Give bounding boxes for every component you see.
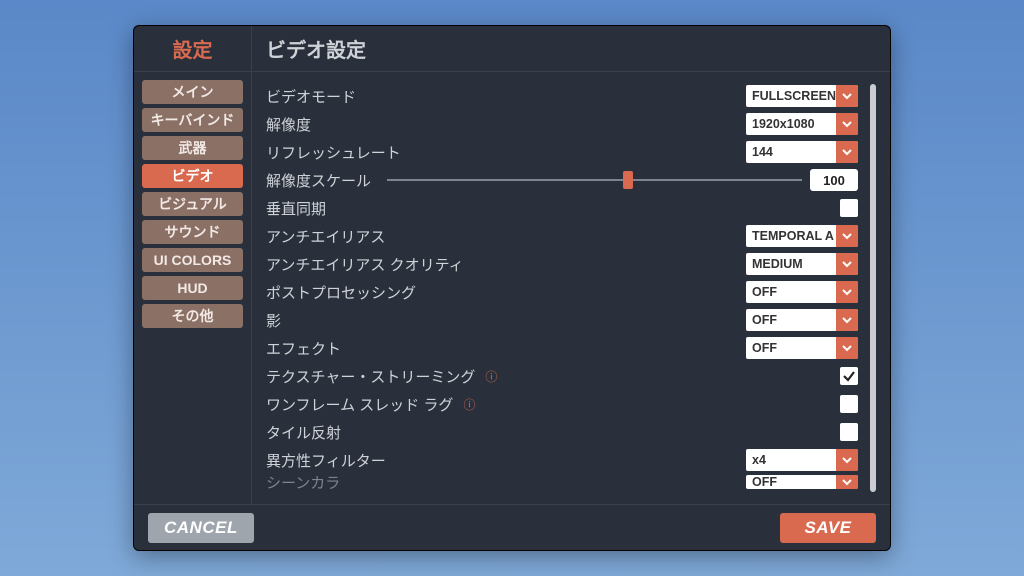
select-post[interactable]: OFF <box>746 281 858 303</box>
footer: CANCEL SAVE <box>134 504 890 550</box>
select-effects[interactable]: OFF <box>746 337 858 359</box>
label-post: ポストプロセッシング <box>266 282 416 303</box>
row-resolution: 解像度 1920x1080 <box>266 110 858 138</box>
select-aniso-value: x4 <box>746 449 836 471</box>
row-tex-stream: テクスチャー・ストリーミング ⓘ <box>266 362 858 390</box>
chevron-down-icon[interactable] <box>836 281 858 303</box>
label-aniso: 異方性フィルター <box>266 450 386 471</box>
checkbox-one-frame[interactable] <box>840 395 858 413</box>
sidebar-item-main[interactable]: メイン <box>142 80 243 104</box>
select-aa-value: TEMPORAL A <box>746 225 836 247</box>
chevron-down-icon[interactable] <box>836 475 858 489</box>
checkbox-tex-stream[interactable] <box>840 367 858 385</box>
select-resolution-value: 1920x1080 <box>746 113 836 135</box>
row-shadows: 影 OFF <box>266 306 858 334</box>
select-cut[interactable]: OFF <box>746 475 858 489</box>
chevron-down-icon[interactable] <box>836 253 858 275</box>
titlebar-page-label: ビデオ設定 <box>252 26 890 71</box>
label-effects: エフェクト <box>266 338 341 359</box>
select-video-mode-value: FULLSCREEN <box>746 85 836 107</box>
select-shadows-value: OFF <box>746 309 836 331</box>
chevron-down-icon[interactable] <box>836 309 858 331</box>
chevron-down-icon[interactable] <box>836 337 858 359</box>
chevron-down-icon[interactable] <box>836 141 858 163</box>
checkbox-vsync[interactable] <box>840 199 858 217</box>
scrollbar[interactable] <box>870 84 876 492</box>
label-shadows: 影 <box>266 310 281 331</box>
select-aniso[interactable]: x4 <box>746 449 858 471</box>
save-button[interactable]: SAVE <box>780 513 876 543</box>
row-aa-quality: アンチエイリアス クオリティ MEDIUM <box>266 250 858 278</box>
label-one-frame: ワンフレーム スレッド ラグ <box>266 394 453 415</box>
sidebar-item-keybind[interactable]: キーバインド <box>142 108 243 132</box>
label-res-scale: 解像度スケール <box>266 170 371 191</box>
slider-thumb[interactable] <box>623 171 633 189</box>
label-video-mode: ビデオモード <box>266 86 356 107</box>
titlebar-settings-label: 設定 <box>134 26 252 71</box>
cancel-button[interactable]: CANCEL <box>148 513 254 543</box>
label-aa: アンチエイリアス <box>266 226 385 247</box>
sidebar-item-video[interactable]: ビデオ <box>142 164 243 188</box>
chevron-down-icon[interactable] <box>836 113 858 135</box>
row-video-mode: ビデオモード FULLSCREEN <box>266 82 858 110</box>
row-aniso: 異方性フィルター x4 <box>266 446 858 474</box>
window-body: メイン キーバインド 武器 ビデオ ビジュアル サウンド UI COLORS H… <box>134 72 890 504</box>
sidebar-item-weapons[interactable]: 武器 <box>142 136 243 160</box>
sidebar-item-hud[interactable]: HUD <box>142 276 243 300</box>
select-aa[interactable]: TEMPORAL A <box>746 225 858 247</box>
row-cut: シーンカラ OFF <box>266 474 858 490</box>
label-cut: シーンカラ <box>266 474 340 490</box>
row-res-scale: 解像度スケール 100 <box>266 166 858 194</box>
chevron-down-icon[interactable] <box>836 449 858 471</box>
chevron-down-icon[interactable] <box>836 85 858 107</box>
help-icon[interactable]: ⓘ <box>463 396 475 413</box>
row-vsync: 垂直同期 <box>266 194 858 222</box>
row-one-frame: ワンフレーム スレッド ラグ ⓘ <box>266 390 858 418</box>
sidebar-item-other[interactable]: その他 <box>142 304 243 328</box>
checkbox-tile-refl[interactable] <box>840 423 858 441</box>
row-effects: エフェクト OFF <box>266 334 858 362</box>
select-video-mode[interactable]: FULLSCREEN <box>746 85 858 107</box>
label-resolution: 解像度 <box>266 114 311 135</box>
select-aa-quality-value: MEDIUM <box>746 253 836 275</box>
chevron-down-icon[interactable] <box>836 225 858 247</box>
sidebar: メイン キーバインド 武器 ビデオ ビジュアル サウンド UI COLORS H… <box>134 72 252 504</box>
row-refresh: リフレッシュレート 144 <box>266 138 858 166</box>
content-area: ビデオモード FULLSCREEN 解像度 1920x1080 <box>252 72 890 504</box>
label-refresh: リフレッシュレート <box>266 142 401 163</box>
select-resolution[interactable]: 1920x1080 <box>746 113 858 135</box>
save-button-label: SAVE <box>804 518 851 538</box>
sidebar-item-sound[interactable]: サウンド <box>142 220 243 244</box>
label-aa-quality: アンチエイリアス クオリティ <box>266 254 464 275</box>
select-cut-value: OFF <box>746 475 836 489</box>
sidebar-item-visual[interactable]: ビジュアル <box>142 192 243 216</box>
select-shadows[interactable]: OFF <box>746 309 858 331</box>
titlebar: 設定 ビデオ設定 <box>134 26 890 72</box>
help-icon[interactable]: ⓘ <box>485 368 497 385</box>
label-tex-stream: テクスチャー・ストリーミング <box>266 366 475 387</box>
select-refresh[interactable]: 144 <box>746 141 858 163</box>
slider-value: 100 <box>810 169 858 191</box>
select-effects-value: OFF <box>746 337 836 359</box>
settings-title: 設定 <box>173 34 213 63</box>
content-inner: ビデオモード FULLSCREEN 解像度 1920x1080 <box>266 82 866 494</box>
select-refresh-value: 144 <box>746 141 836 163</box>
page-title: ビデオ設定 <box>266 34 366 63</box>
row-post: ポストプロセッシング OFF <box>266 278 858 306</box>
label-vsync: 垂直同期 <box>266 198 326 219</box>
slider-track[interactable] <box>387 179 802 181</box>
select-aa-quality[interactable]: MEDIUM <box>746 253 858 275</box>
row-aa: アンチエイリアス TEMPORAL A <box>266 222 858 250</box>
settings-window: 設定 ビデオ設定 メイン キーバインド 武器 ビデオ ビジュアル サウンド UI… <box>133 25 891 551</box>
select-post-value: OFF <box>746 281 836 303</box>
label-tile-refl: タイル反射 <box>266 422 341 443</box>
sidebar-item-uicolors[interactable]: UI COLORS <box>142 248 243 272</box>
row-tile-refl: タイル反射 <box>266 418 858 446</box>
slider-res-scale[interactable]: 100 <box>387 169 858 191</box>
cancel-button-label: CANCEL <box>164 518 238 538</box>
